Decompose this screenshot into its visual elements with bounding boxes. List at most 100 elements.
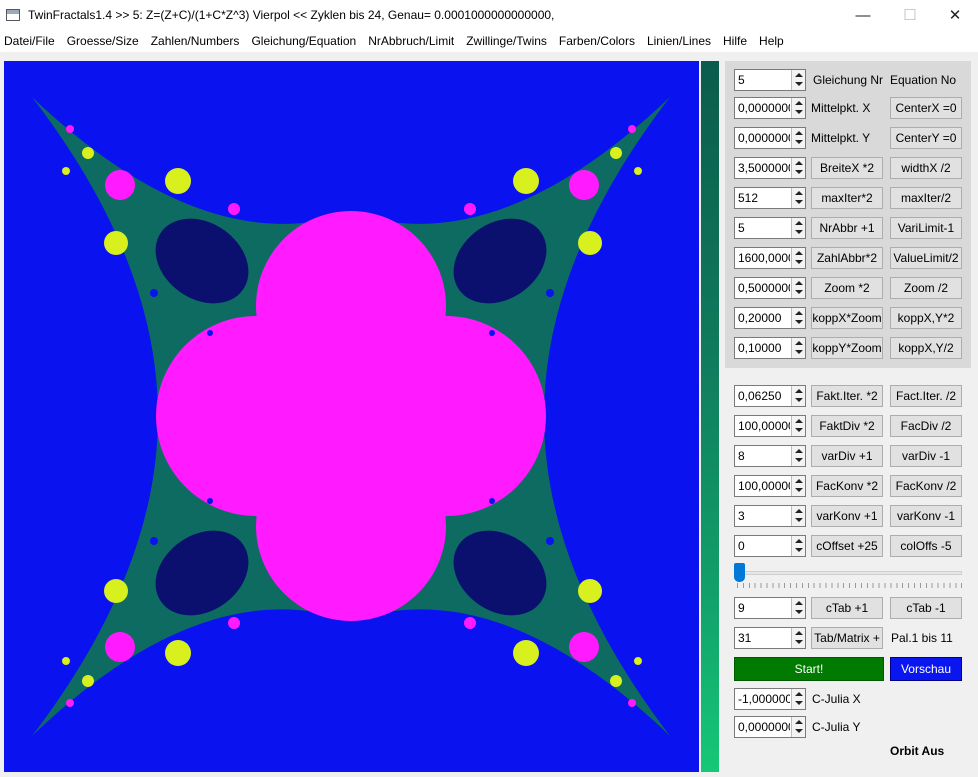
c-offset-increase-button[interactable]: cOffset +25 xyxy=(811,535,883,557)
maximize-button[interactable]: ☐ xyxy=(887,0,933,30)
arrow-down-icon[interactable] xyxy=(795,548,803,552)
var-div-increase-button[interactable]: varDiv +1 xyxy=(811,445,883,467)
arrow-down-icon[interactable] xyxy=(795,260,803,264)
arrow-down-icon[interactable] xyxy=(795,398,803,402)
zahl-abbr-spinner[interactable]: 1600,0000 xyxy=(734,247,806,269)
arrow-down-icon[interactable] xyxy=(795,701,803,705)
kopp-x-spinner[interactable]: 0,20000 xyxy=(734,307,806,329)
arrow-down-icon[interactable] xyxy=(795,350,803,354)
var-konv-increase-button[interactable]: varKonv +1 xyxy=(811,505,883,527)
width-x-spinner[interactable]: 3,5000000 xyxy=(734,157,806,179)
fractal-canvas[interactable] xyxy=(4,61,699,772)
kopp-x-zoom-button[interactable]: koppX*Zoom xyxy=(811,307,883,329)
spinner-arrows[interactable] xyxy=(791,598,805,618)
c-tab-spinner[interactable]: 9 xyxy=(734,597,806,619)
spinner-arrows[interactable] xyxy=(791,158,805,178)
zoom-spinner[interactable]: 0,5000000 xyxy=(734,277,806,299)
center-x-spinner[interactable]: 0,0000000 xyxy=(734,97,806,119)
arrow-up-icon[interactable] xyxy=(795,692,803,696)
var-div-spinner[interactable]: 8 xyxy=(734,445,806,467)
kopp-y-zoom-button[interactable]: koppY*Zoom xyxy=(811,337,883,359)
menu-limit[interactable]: NrAbbruch/Limit xyxy=(364,34,462,48)
arrow-up-icon[interactable] xyxy=(795,161,803,165)
preview-button[interactable]: Vorschau xyxy=(890,657,962,681)
spinner-arrows[interactable] xyxy=(791,188,805,208)
arrow-down-icon[interactable] xyxy=(795,170,803,174)
c-tab-increase-button[interactable]: cTab +1 xyxy=(811,597,883,619)
zoom-double-button[interactable]: Zoom *2 xyxy=(811,277,883,299)
arrow-down-icon[interactable] xyxy=(795,230,803,234)
menu-help[interactable]: Help xyxy=(755,34,792,48)
vari-limit-decrease-button[interactable]: VariLimit-1 xyxy=(890,217,962,239)
arrow-up-icon[interactable] xyxy=(795,73,803,77)
max-iter-double-button[interactable]: maxIter*2 xyxy=(811,187,883,209)
center-y-reset-button[interactable]: CenterY =0 xyxy=(890,127,962,149)
spinner-arrows[interactable] xyxy=(791,476,805,496)
arrow-up-icon[interactable] xyxy=(795,281,803,285)
arrow-down-icon[interactable] xyxy=(795,320,803,324)
spinner-arrows[interactable] xyxy=(791,338,805,358)
tab-matrix-spinner[interactable]: 31 xyxy=(734,627,806,649)
arrow-up-icon[interactable] xyxy=(795,631,803,635)
spinner-arrows[interactable] xyxy=(791,308,805,328)
arrow-down-icon[interactable] xyxy=(795,610,803,614)
fac-div-half-button[interactable]: FacDiv /2 xyxy=(890,415,962,437)
menu-equation[interactable]: Gleichung/Equation xyxy=(247,34,364,48)
center-x-reset-button[interactable]: CenterX =0 xyxy=(890,97,962,119)
arrow-up-icon[interactable] xyxy=(795,509,803,513)
fakt-div-double-button[interactable]: FaktDiv *2 xyxy=(811,415,883,437)
spinner-arrows[interactable] xyxy=(791,128,805,148)
fac-konv-double-button[interactable]: FacKonv *2 xyxy=(811,475,883,497)
spinner-arrows[interactable] xyxy=(791,278,805,298)
close-button[interactable]: ✕ xyxy=(932,0,978,30)
arrow-down-icon[interactable] xyxy=(795,458,803,462)
fact-iter-half-button[interactable]: Fact.Iter. /2 xyxy=(890,385,962,407)
spinner-arrows[interactable] xyxy=(791,386,805,406)
width-x-double-button[interactable]: BreiteX *2 xyxy=(811,157,883,179)
max-iter-half-button[interactable]: maxIter/2 xyxy=(890,187,962,209)
kopp-xy-double-button[interactable]: koppX,Y*2 xyxy=(890,307,962,329)
arrow-down-icon[interactable] xyxy=(795,518,803,522)
arrow-down-icon[interactable] xyxy=(795,428,803,432)
menu-colors[interactable]: Farben/Colors xyxy=(555,34,643,48)
arrow-up-icon[interactable] xyxy=(795,311,803,315)
arrow-up-icon[interactable] xyxy=(795,479,803,483)
fac-konv-half-button[interactable]: FacKonv /2 xyxy=(890,475,962,497)
zahl-abbr-double-button[interactable]: ZahlAbbr*2 xyxy=(811,247,883,269)
nr-abbr-spinner[interactable]: 5 xyxy=(734,217,806,239)
max-iter-spinner[interactable]: 512 xyxy=(734,187,806,209)
arrow-up-icon[interactable] xyxy=(795,101,803,105)
arrow-up-icon[interactable] xyxy=(795,221,803,225)
spinner-arrows[interactable] xyxy=(791,248,805,268)
minimize-button[interactable]: — xyxy=(840,0,886,30)
tab-matrix-button[interactable]: Tab/Matrix + xyxy=(811,627,883,649)
var-konv-spinner[interactable]: 3 xyxy=(734,505,806,527)
zoom-half-button[interactable]: Zoom /2 xyxy=(890,277,962,299)
menu-twins[interactable]: Zwillinge/Twins xyxy=(462,34,555,48)
arrow-up-icon[interactable] xyxy=(795,419,803,423)
spinner-arrows[interactable] xyxy=(791,98,805,118)
arrow-down-icon[interactable] xyxy=(795,110,803,114)
arrow-down-icon[interactable] xyxy=(795,82,803,86)
c-julia-x-spinner[interactable]: -1,000000 xyxy=(734,688,806,710)
arrow-down-icon[interactable] xyxy=(795,200,803,204)
var-div-decrease-button[interactable]: varDiv -1 xyxy=(890,445,962,467)
arrow-up-icon[interactable] xyxy=(795,720,803,724)
fakt-iter-double-button[interactable]: Fakt.Iter. *2 xyxy=(811,385,883,407)
kopp-y-spinner[interactable]: 0,10000 xyxy=(734,337,806,359)
fac-konv-spinner[interactable]: 100,00000 xyxy=(734,475,806,497)
arrow-up-icon[interactable] xyxy=(795,449,803,453)
kopp-xy-half-button[interactable]: koppX,Y/2 xyxy=(890,337,962,359)
arrow-down-icon[interactable] xyxy=(795,140,803,144)
slider-thumb[interactable] xyxy=(734,563,745,582)
spinner-arrows[interactable] xyxy=(791,70,805,90)
fakt-iter-spinner[interactable]: 0,06250 xyxy=(734,385,806,407)
center-y-spinner[interactable]: 0,0000000 xyxy=(734,127,806,149)
spinner-arrows[interactable] xyxy=(791,689,805,709)
fakt-div-spinner[interactable]: 100,00000 xyxy=(734,415,806,437)
arrow-down-icon[interactable] xyxy=(795,290,803,294)
menu-file[interactable]: Datei/File xyxy=(0,34,63,48)
spinner-arrows[interactable] xyxy=(791,628,805,648)
value-limit-half-button[interactable]: ValueLimit/2 xyxy=(890,247,962,269)
arrow-up-icon[interactable] xyxy=(795,191,803,195)
